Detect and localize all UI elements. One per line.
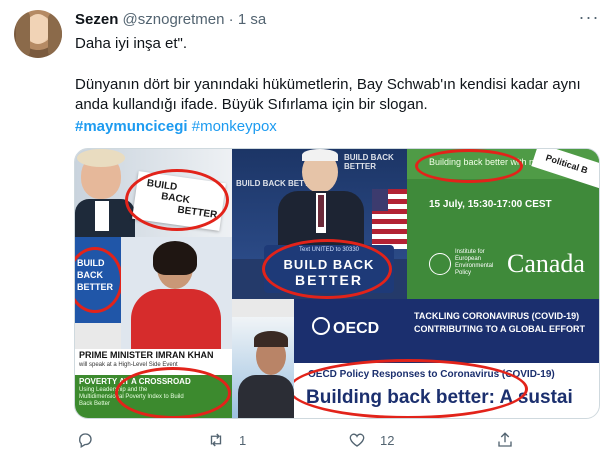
- tweet-time[interactable]: 1 sa: [238, 11, 266, 28]
- highlight-circle: [415, 149, 523, 183]
- author-handle[interactable]: @sznogretmen: [123, 11, 225, 28]
- like-count: 12: [380, 432, 395, 448]
- retweet-icon: [210, 433, 222, 447]
- panel-oecd-policy: OECD Policy Responses to Coronavirus (CO…: [294, 349, 599, 418]
- hashtag-maymuncicegi[interactable]: #maymuncicegi: [75, 118, 188, 135]
- reply-icon: [79, 433, 92, 448]
- panel-webinar: Building back better with nature Politic…: [407, 149, 599, 299]
- panel-imran-khan: PRIME MINISTER IMRAN KHAN will speak at …: [75, 349, 232, 418]
- heart-icon: [349, 433, 365, 447]
- retweet-count: 1: [239, 432, 247, 448]
- reply-button[interactable]: [76, 428, 108, 452]
- panel-bbb-blue: BUILD BACK BETTER: [75, 237, 121, 323]
- like-button[interactable]: 12: [348, 428, 394, 452]
- more-options-icon[interactable]: ···: [574, 8, 604, 30]
- highlight-circle: [115, 367, 231, 418]
- tweet-header: Sezen @sznogretmen · 1 sa: [75, 11, 266, 29]
- tweet-body-line-1: Dünyanın dört bir yanındaki hükümetlerin…: [75, 76, 581, 93]
- panel-oecd-banner: OECD TACKLING CORONAVIRUS (COVID-19) CON…: [294, 299, 599, 349]
- tweet[interactable]: Sezen @sznogretmen · 1 sa ··· Daha iyi i…: [0, 0, 614, 459]
- photo-boris: BUILD BACK BETTER: [75, 149, 232, 237]
- hashtag-monkeypox[interactable]: #monkeypox: [192, 118, 277, 135]
- author-name[interactable]: Sezen: [75, 11, 118, 28]
- tweet-image[interactable]: BUILD BACK BETTER BUILD BACK BETTER BUIL…: [74, 148, 600, 419]
- retweet-button[interactable]: 1: [207, 428, 246, 452]
- highlight-circle: [75, 247, 121, 313]
- photo-patel: [121, 237, 232, 349]
- hashtags: #maymuncicegi #monkeypox: [75, 117, 277, 137]
- separator: ·: [228, 11, 234, 28]
- avatar[interactable]: [14, 10, 62, 58]
- tweet-quote: Daha iyi inşa et".: [75, 35, 188, 52]
- tweet-body-line-2: anda kullandığı ifade. Büyük Sıfırlama i…: [75, 96, 428, 113]
- photo-biden: BUILD BACK BETTER BUILD BACK BETTER Text…: [232, 149, 407, 299]
- highlight-circle: [262, 239, 392, 299]
- tweet-actions: 1 12: [0, 428, 614, 452]
- photo-imran-khan: [232, 317, 294, 418]
- highlight-circle: [294, 359, 528, 418]
- highlight-circle: [125, 169, 229, 231]
- share-icon: [498, 432, 512, 447]
- share-button[interactable]: [496, 428, 514, 452]
